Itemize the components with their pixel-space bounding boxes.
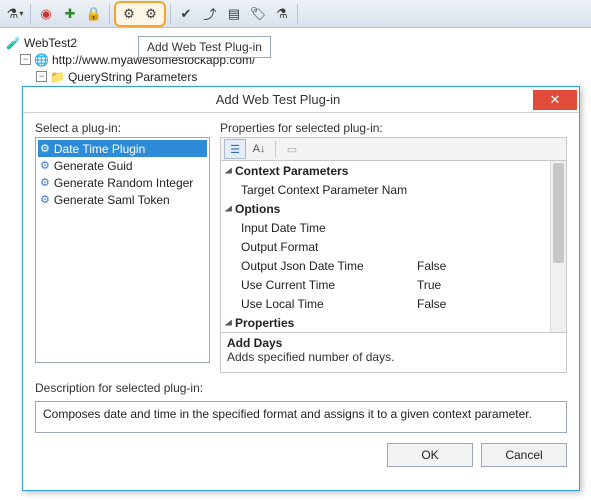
close-button[interactable]: ✕: [533, 90, 577, 110]
plugin-icon: ⚙: [40, 142, 50, 155]
add-url-button[interactable]: ✚: [59, 3, 81, 25]
lock-button[interactable]: 🔒: [83, 3, 105, 25]
property-category-name: Options: [235, 202, 280, 216]
property-row[interactable]: Use Local TimeFalse: [221, 294, 550, 313]
extract-button[interactable]: ⤴: [199, 3, 221, 25]
ok-button[interactable]: OK: [387, 443, 473, 467]
plugin-item-label: Generate Random Integer: [54, 176, 193, 190]
datasource-button[interactable]: ▤: [223, 3, 245, 25]
property-grid-toolbar: ☰ A↓ ▭: [220, 137, 567, 161]
plugin-item[interactable]: ⚙ Date Time Plugin: [38, 140, 207, 157]
property-row[interactable]: Input Date Time: [221, 218, 550, 237]
plugin-description-label: Description for selected plug-in:: [35, 381, 567, 395]
dropdown-arrow-icon: ▾: [19, 9, 23, 18]
property-pages-button[interactable]: ▭: [281, 139, 303, 159]
plugin-icon: ⚙: [40, 176, 50, 189]
toolbar-tooltip: Add Web Test Plug-in: [138, 36, 271, 58]
param-button[interactable]: 🏷: [247, 3, 269, 25]
plugin-item[interactable]: ⚙ Generate Saml Token: [38, 191, 207, 208]
tree-root-webtest[interactable]: 🧪 WebTest2: [6, 34, 585, 51]
add-plugin-dialog: Add Web Test Plug-in ✕ Select a plug-in:…: [22, 86, 580, 491]
record-button[interactable]: ◉: [35, 3, 57, 25]
flask-dropdown-button[interactable]: ⚗▾: [4, 3, 26, 25]
toolbar-separator: [170, 4, 171, 24]
property-value[interactable]: False: [411, 297, 550, 311]
toolbar-separator: [30, 4, 31, 24]
collapse-triangle-icon: ◢: [225, 166, 235, 175]
alphabetical-view-button[interactable]: A↓: [248, 139, 270, 159]
dialog-body: Select a plug-in: ⚙ Date Time Plugin ⚙ Gene…: [23, 113, 579, 490]
validation-button[interactable]: ✔: [175, 3, 197, 25]
property-category-name: Properties: [235, 316, 294, 330]
tree-label: WebTest2: [24, 36, 77, 50]
add-web-test-plugin-button[interactable]: ⚙: [118, 3, 140, 25]
property-row[interactable]: Output Format: [221, 237, 550, 256]
plugin-list[interactable]: ⚙ Date Time Plugin ⚙ Generate Guid ⚙ Generate…: [35, 137, 210, 363]
property-category-name: Context Parameters: [235, 164, 348, 178]
test-tree: 🧪 WebTest2 − 🌐 http://www.myawesomestock…: [0, 28, 591, 85]
add-request-plugin-button[interactable]: ⚙: [140, 3, 162, 25]
property-name: Target Context Parameter Nam: [221, 183, 411, 197]
globe-icon: 🌐: [34, 53, 49, 67]
property-name: Use Current Time: [221, 278, 411, 292]
property-category-header[interactable]: ◢Options: [221, 199, 550, 218]
property-grid-scrollbar[interactable]: [550, 161, 566, 332]
plugin-description-box: Composes date and time in the specified …: [35, 401, 567, 433]
toolbar-separator: [297, 4, 298, 24]
tree-querystring-node[interactable]: − 📁 QueryString Parameters: [36, 68, 585, 85]
tree-url-node[interactable]: − 🌐 http://www.myawesomestockapp.com/: [20, 51, 585, 68]
property-value[interactable]: False: [411, 259, 550, 273]
property-row[interactable]: Use Current TimeTrue: [221, 275, 550, 294]
dialog-title: Add Web Test Plug-in: [23, 92, 533, 107]
property-description-text: Adds specified number of days.: [227, 350, 560, 364]
highlighted-toolbar-group: ⚙ ⚙: [114, 1, 166, 27]
property-name: Input Date Time: [221, 221, 411, 235]
property-panel-label: Properties for selected plug-in:: [220, 121, 567, 135]
tree-label: QueryString Parameters: [68, 70, 197, 84]
plugin-item[interactable]: ⚙ Generate Random Integer: [38, 174, 207, 191]
collapse-icon[interactable]: −: [20, 54, 31, 65]
property-name: Output Json Date Time: [221, 259, 411, 273]
property-name: Use Local Time: [221, 297, 411, 311]
webtest-icon: 🧪: [6, 36, 21, 50]
property-grid[interactable]: ◢Context ParametersTarget Context Parame…: [220, 161, 567, 333]
plugin-item-label: Generate Guid: [54, 159, 133, 173]
property-row[interactable]: Add Days0: [221, 332, 550, 333]
plugin-item-label: Date Time Plugin: [54, 142, 145, 156]
toolbar-separator: [275, 141, 276, 157]
loop-button[interactable]: ⚗: [271, 3, 293, 25]
plugin-icon: ⚙: [40, 193, 50, 206]
cancel-button[interactable]: Cancel: [481, 443, 567, 467]
property-name: Output Format: [221, 240, 411, 254]
plugin-item-label: Generate Saml Token: [54, 193, 170, 207]
folder-icon: 📁: [50, 70, 65, 84]
property-description-box: Add Days Adds specified number of days.: [220, 333, 567, 373]
dialog-titlebar[interactable]: Add Web Test Plug-in ✕: [23, 87, 579, 113]
collapse-icon[interactable]: −: [36, 71, 47, 82]
property-row[interactable]: Output Json Date TimeFalse: [221, 256, 550, 275]
plugin-item[interactable]: ⚙ Generate Guid: [38, 157, 207, 174]
categorized-view-button[interactable]: ☰: [224, 139, 246, 159]
property-description-title: Add Days: [227, 336, 560, 350]
plugin-icon: ⚙: [40, 159, 50, 172]
property-category-header[interactable]: ◢Properties: [221, 313, 550, 332]
scrollbar-thumb[interactable]: [553, 163, 564, 263]
plugin-list-label: Select a plug-in:: [35, 121, 210, 135]
toolbar-separator: [109, 4, 110, 24]
property-value[interactable]: True: [411, 278, 550, 292]
property-category-header[interactable]: ◢Context Parameters: [221, 161, 550, 180]
property-row[interactable]: Target Context Parameter Nam: [221, 180, 550, 199]
collapse-triangle-icon: ◢: [225, 204, 235, 213]
dialog-button-row: OK Cancel: [35, 443, 567, 467]
main-toolbar: ⚗▾ ◉ ✚ 🔒 ⚙ ⚙ ✔ ⤴ ▤ 🏷 ⚗: [0, 0, 591, 28]
collapse-triangle-icon: ◢: [225, 318, 235, 327]
